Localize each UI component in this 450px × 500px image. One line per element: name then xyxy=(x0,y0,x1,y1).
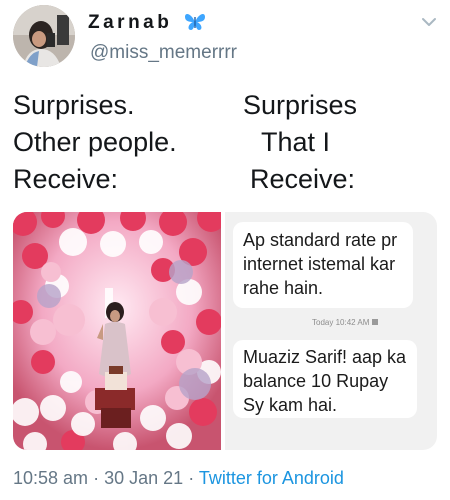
tweet-line: Receive: xyxy=(250,164,356,194)
sms-timestamp: Today 10:42 AM xyxy=(312,318,379,327)
avatar[interactable] xyxy=(13,5,75,67)
tweet-line: Other people. xyxy=(13,127,177,157)
sim-icon xyxy=(372,319,379,325)
tweet-line: Receive: xyxy=(13,164,119,194)
separator: · xyxy=(93,468,100,488)
tweet-footer: 10:58 am · 30 Jan 21 · Twitter for Andro… xyxy=(13,468,344,489)
party-image xyxy=(13,212,221,450)
chevron-down-icon[interactable] xyxy=(420,16,438,28)
tweet-line: Surprises xyxy=(243,90,358,120)
tweet-time[interactable]: 10:58 am xyxy=(13,468,88,488)
user-handle[interactable]: @miss_memerrrr xyxy=(90,42,237,64)
sms-message-bubble: Muaziz Sarif! aap ka balance 10 Rupay Sy… xyxy=(233,340,417,418)
tweet-line: Surprises. xyxy=(13,90,135,120)
tweet-source-link[interactable]: Twitter for Android xyxy=(199,468,344,488)
tweet-header: Zarnab @miss_memerrrr xyxy=(0,0,450,80)
butterfly-icon xyxy=(185,14,205,30)
sms-timestamp-text: Today 10:42 AM xyxy=(312,318,370,327)
tweet-text-right: Surprises That I Receive: xyxy=(243,87,357,198)
sms-screenshot[interactable]: Ap standard rate pr internet istemal kar… xyxy=(225,212,437,450)
display-name[interactable]: Zarnab xyxy=(88,12,172,34)
tweet-line: That I xyxy=(261,127,331,157)
sms-message-bubble: Ap standard rate pr internet istemal kar… xyxy=(233,222,413,308)
separator: · xyxy=(188,468,195,488)
avatar-image xyxy=(13,5,75,67)
tweet-date[interactable]: 30 Jan 21 xyxy=(104,468,183,488)
balloon-party-photo[interactable] xyxy=(13,212,221,450)
tweet-text-left: Surprises. Other people. Receive: xyxy=(13,87,177,198)
